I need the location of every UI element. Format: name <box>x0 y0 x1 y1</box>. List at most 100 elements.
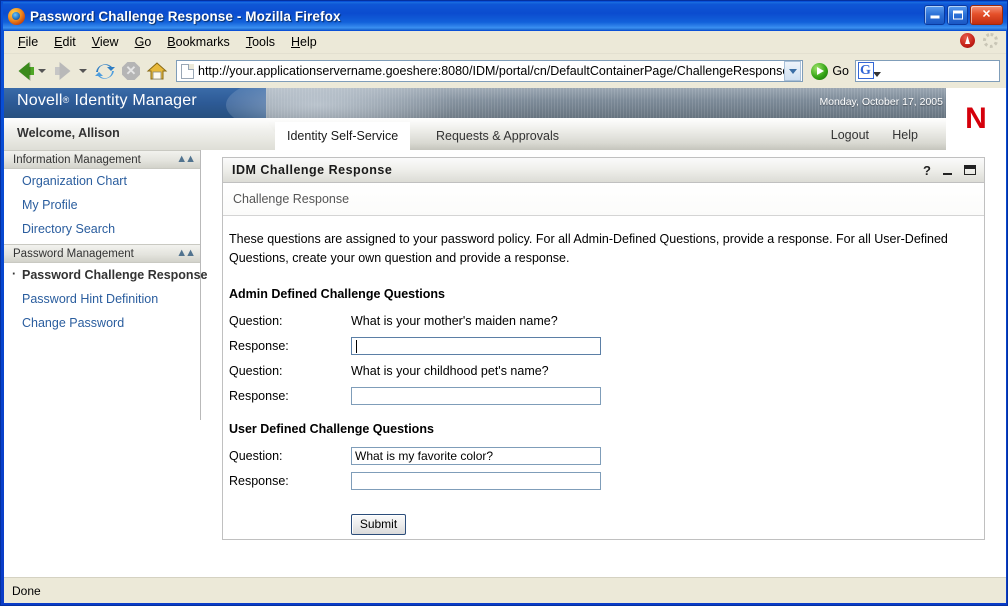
banner-date: Monday, October 17, 2005 <box>819 96 943 108</box>
question-label: Question: <box>229 364 351 378</box>
tab-label: Identity Self-Service <box>287 129 398 143</box>
admin-response-input-1[interactable] <box>351 337 601 355</box>
admin-response-wrap-1 <box>351 337 601 355</box>
menu-tools[interactable]: Tools <box>238 33 283 51</box>
close-icon: ✕ <box>982 10 991 21</box>
sidebar-item-directory-search[interactable]: Directory Search <box>4 217 200 241</box>
close-button[interactable]: ✕ <box>970 5 1003 25</box>
page-icon <box>181 64 194 79</box>
maximize-button[interactable] <box>947 5 968 25</box>
menu-file[interactable]: File <box>10 33 46 51</box>
sidebar-item-organization-chart[interactable]: Organization Chart <box>4 169 200 193</box>
reload-icon[interactable] <box>92 58 118 84</box>
sidebar-item-password-hint-definition[interactable]: Password Hint Definition <box>4 287 200 311</box>
menu-bookmarks[interactable]: Bookmarks <box>159 33 238 51</box>
menubar-status-icons <box>960 33 998 48</box>
address-dropdown-button[interactable] <box>784 61 801 81</box>
browser-window: Password Challenge Response - Mozilla Fi… <box>0 0 1008 606</box>
back-history-chevron-down-icon[interactable] <box>38 69 46 73</box>
status-bar: Done <box>4 577 1006 603</box>
sidebar-navigation: Information Management ▲▲ Organization C… <box>4 150 201 420</box>
menu-go[interactable]: Go <box>127 33 160 51</box>
admin-response-row-2: Response: <box>229 384 984 409</box>
url-text[interactable]: http://your.applicationservername.goeshe… <box>198 64 784 78</box>
sidebar-group-title: Information Management <box>13 154 141 166</box>
address-bar[interactable]: http://your.applicationservername.goeshe… <box>176 60 803 82</box>
firefox-logo-icon <box>8 8 25 25</box>
go-label: Go <box>832 64 849 78</box>
response-label: Response: <box>229 389 351 403</box>
chevron-up-icon[interactable]: ▲▲ <box>176 248 194 259</box>
help-link[interactable]: Help <box>892 128 918 142</box>
sidebar-item-password-challenge-response[interactable]: Password Challenge Response <box>4 263 200 287</box>
window-controls: ✕ <box>924 5 1003 25</box>
response-label: Response: <box>229 474 351 488</box>
sidebar-item-my-profile[interactable]: My Profile <box>4 193 200 217</box>
menu-view[interactable]: View <box>84 33 127 51</box>
tab-requests-approvals[interactable]: Requests & Approvals <box>424 122 571 150</box>
navigation-toolbar: ✕ http://your.applicationservername.goes… <box>4 54 1006 88</box>
app-banner: Novell® Identity Manager Monday, October … <box>4 88 1006 118</box>
home-icon[interactable] <box>144 58 170 84</box>
portlet-title-bar: IDM Challenge Response ? <box>223 158 984 183</box>
menu-edit[interactable]: Edit <box>46 33 84 51</box>
portlet-minimize-icon[interactable] <box>943 166 952 175</box>
forward-history-chevron-down-icon[interactable] <box>79 69 87 73</box>
page-content: Novell® Identity Manager Monday, October … <box>4 88 1006 577</box>
tab-label: Requests & Approvals <box>436 129 559 143</box>
portlet-help-icon[interactable]: ? <box>923 163 931 178</box>
question-label: Question: <box>229 314 351 328</box>
brand-novell: Novell <box>17 92 63 109</box>
title-bar: Password Challenge Response - Mozilla Fi… <box>3 2 1007 30</box>
logout-link[interactable]: Logout <box>831 128 869 142</box>
user-question-row-1: Question: <box>229 444 984 469</box>
minimize-button[interactable] <box>924 5 945 25</box>
menu-help[interactable]: Help <box>283 33 325 51</box>
google-search-icon: G <box>860 64 871 78</box>
tab-identity-self-service[interactable]: Identity Self-Service <box>275 122 410 150</box>
submit-button[interactable]: Submit <box>351 514 406 535</box>
novell-n-letter: N <box>965 102 987 136</box>
menu-bar: File Edit View Go Bookmarks Tools Help <box>4 31 1006 54</box>
user-response-row-1: Response: <box>229 469 984 494</box>
admin-question-text-2: What is your childhood pet's name? <box>351 364 549 378</box>
security-alert-icon[interactable] <box>960 33 975 48</box>
sidebar-group-information-management[interactable]: Information Management ▲▲ <box>4 150 200 169</box>
admin-question-text-1: What is your mother's maiden name? <box>351 314 558 328</box>
portlet-subtitle: Challenge Response <box>223 183 984 216</box>
go-button[interactable]: Go <box>811 63 849 80</box>
forward-button[interactable] <box>51 59 78 83</box>
chevron-up-icon[interactable]: ▲▲ <box>176 154 194 165</box>
search-engine-chevron-down-icon[interactable] <box>873 72 881 77</box>
back-button[interactable] <box>10 59 37 83</box>
stop-icon[interactable]: ✕ <box>118 58 144 84</box>
admin-section-title: Admin Defined Challenge Questions <box>229 287 984 301</box>
sidebar-group-password-management[interactable]: Password Management ▲▲ <box>4 244 200 263</box>
body-area: Information Management ▲▲ Organization C… <box>4 150 1006 577</box>
submit-row: Submit <box>351 514 984 535</box>
go-icon <box>811 63 828 80</box>
sidebar-group-title: Password Management <box>13 248 134 260</box>
brand-title: Novell® Identity Manager <box>17 92 197 110</box>
sidebar-item-change-password[interactable]: Change Password <box>4 311 200 335</box>
user-section-title: User Defined Challenge Questions <box>229 422 984 436</box>
admin-question-row-1: Question: What is your mother's maiden n… <box>229 309 984 334</box>
response-label: Response: <box>229 339 351 353</box>
portlet-body: These questions are assigned to your pas… <box>223 216 984 535</box>
admin-response-input-2[interactable] <box>351 387 601 405</box>
user-response-input-1[interactable] <box>351 472 601 490</box>
portlet-maximize-icon[interactable] <box>964 165 976 175</box>
brand-registered-icon: ® <box>63 95 70 105</box>
intro-text: These questions are assigned to your pas… <box>223 230 984 269</box>
novell-n-logo: N <box>946 88 1006 150</box>
admin-response-row-1: Response: <box>229 334 984 359</box>
question-label: Question: <box>229 449 351 463</box>
sidebar-spacer <box>4 335 200 338</box>
challenge-response-portlet: IDM Challenge Response ? Challenge Respo… <box>222 157 985 540</box>
portlet-title: IDM Challenge Response <box>232 163 911 177</box>
text-caret <box>356 340 357 353</box>
brand-product: Identity Manager <box>75 92 197 109</box>
header-tab-strip: Welcome, Allison Identity Self-Service R… <box>4 118 1006 150</box>
user-question-input-1[interactable] <box>351 447 601 465</box>
search-input[interactable]: G <box>855 60 1000 82</box>
